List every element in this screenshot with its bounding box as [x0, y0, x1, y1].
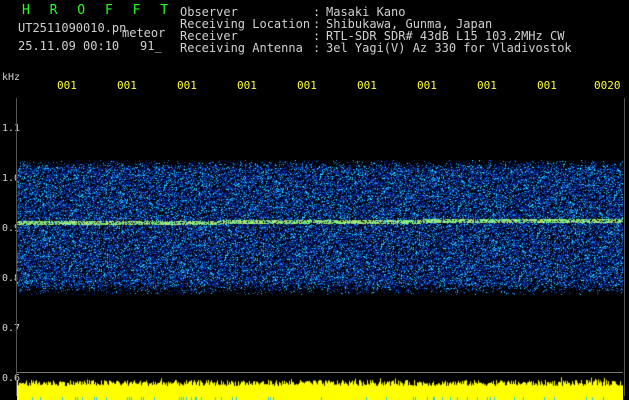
- frame-number: 91_: [140, 39, 162, 53]
- time-tick-label: 001: [57, 79, 77, 92]
- time-tick-label: 001: [297, 79, 317, 92]
- time-tick-label: 001: [117, 79, 137, 92]
- signal-strength-trace: [17, 377, 623, 400]
- event-type-label: meteor: [122, 26, 166, 40]
- antenna-value: 3el Yagi(V) Az 330 for Vladivostok: [326, 41, 572, 55]
- app-brand: H R O F F T: [22, 3, 175, 18]
- file-name: UT2511090010.pn: [18, 21, 127, 35]
- separator: :: [313, 41, 321, 55]
- time-tick-label: 001: [537, 79, 557, 92]
- time-tick-label: 0020: [594, 79, 621, 92]
- time-tick-label: 001: [417, 79, 437, 92]
- datetime-label: 25.11.09 00:10: [18, 39, 120, 53]
- time-tick-label: 001: [177, 79, 197, 92]
- antenna-key: Receiving Antenna: [180, 41, 303, 55]
- time-tick-label: 001: [357, 79, 377, 92]
- baseline-line: [17, 372, 623, 373]
- time-tick-label: 001: [237, 79, 257, 92]
- frequency-unit-label: kHz: [2, 72, 21, 83]
- spectrogram-noise-band: [17, 160, 623, 295]
- time-tick-label: 001: [477, 79, 497, 92]
